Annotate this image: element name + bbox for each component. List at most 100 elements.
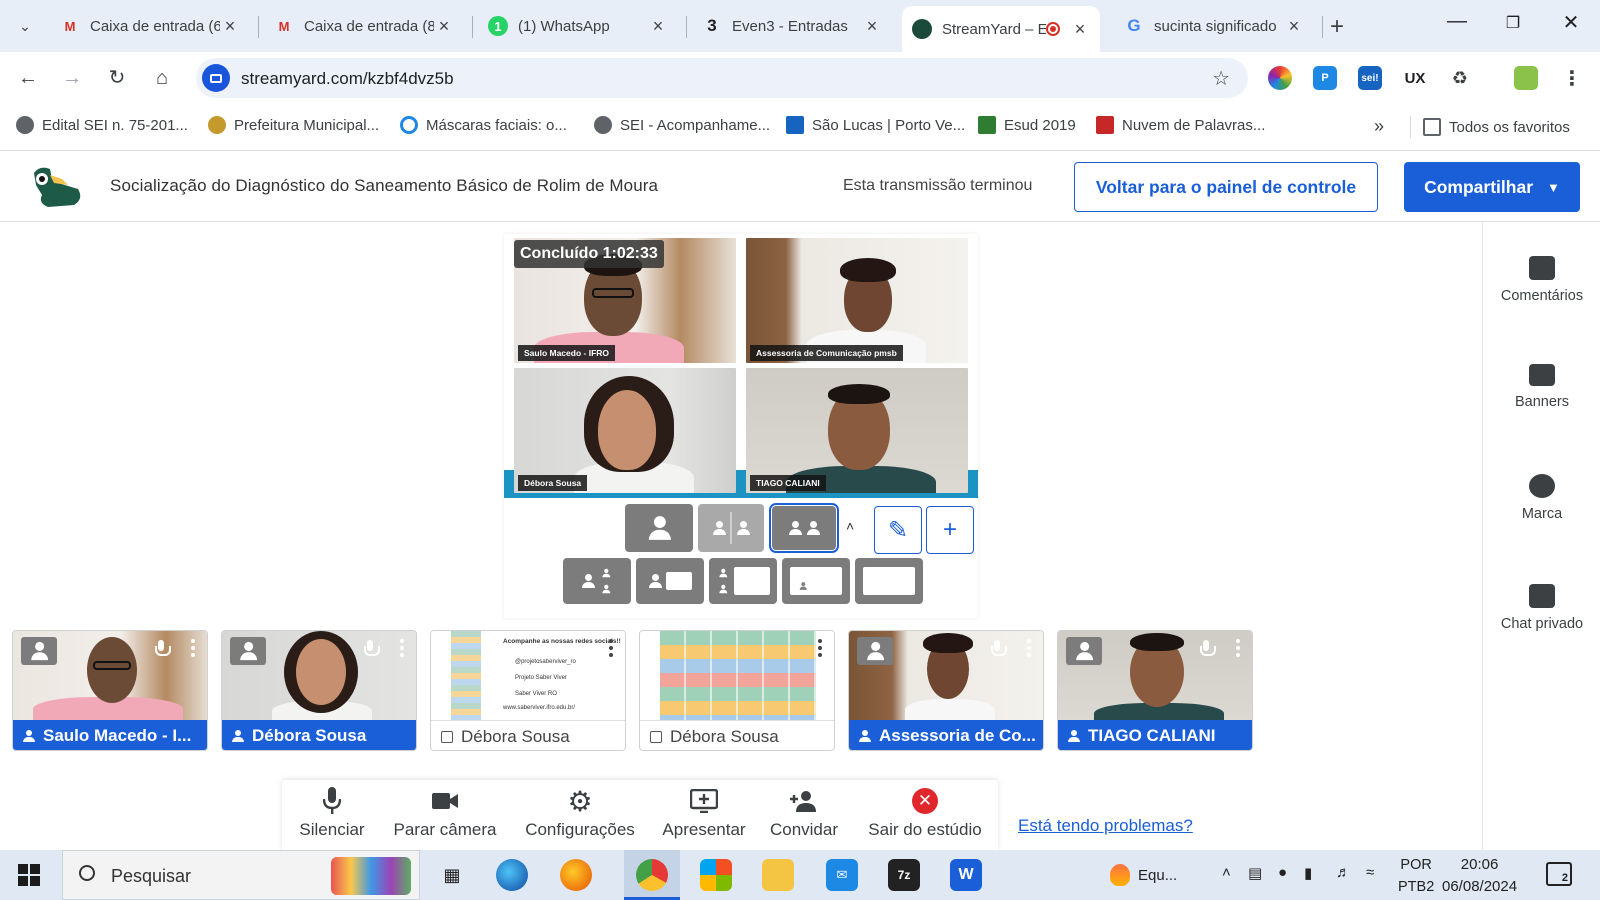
layout-group-button[interactable] bbox=[769, 503, 839, 553]
share-button[interactable]: Compartilhar ▼ bbox=[1404, 162, 1580, 212]
chrome-icon[interactable] bbox=[636, 859, 668, 891]
close-tab-icon[interactable]: × bbox=[648, 16, 668, 37]
tab-even3[interactable]: 3 Even3 - Entradas × bbox=[692, 6, 892, 46]
menu-kebab-icon[interactable]: ⋮ bbox=[1560, 66, 1584, 90]
add-to-stage-icon[interactable] bbox=[857, 637, 893, 665]
participant-card[interactable]: Assessoria de Co... bbox=[848, 630, 1044, 751]
tray-device-icon[interactable]: ▤ bbox=[1248, 864, 1262, 882]
layout-solo-button[interactable] bbox=[625, 504, 693, 552]
participant-card[interactable]: Saulo Macedo - I... bbox=[12, 630, 208, 751]
screenshare-card[interactable]: Acompanhe as nossas redes sociais!! @pro… bbox=[430, 630, 626, 751]
site-info-icon[interactable] bbox=[202, 64, 230, 92]
close-tab-icon[interactable]: × bbox=[220, 16, 240, 37]
leave-studio-button[interactable]: ✕ Sair do estúdio bbox=[864, 786, 986, 840]
layout-fullscreen-button[interactable] bbox=[855, 558, 923, 604]
taskbar-search-box[interactable]: Pesquisar bbox=[62, 850, 420, 900]
reload-icon[interactable]: ↻ bbox=[103, 64, 131, 92]
windows-start-icon[interactable] bbox=[18, 864, 40, 886]
mic-icon[interactable] bbox=[155, 640, 171, 658]
more-options-icon[interactable] bbox=[818, 639, 822, 657]
mute-button[interactable]: Silenciar bbox=[298, 786, 366, 840]
close-tab-icon[interactable]: × bbox=[1070, 19, 1090, 40]
bookmark-item[interactable]: Máscaras faciais: o... bbox=[400, 116, 567, 134]
7zip-icon[interactable]: 7z bbox=[888, 859, 920, 891]
battery-icon[interactable]: ▮ bbox=[1304, 864, 1312, 882]
address-bar[interactable]: streamyard.com/kzbf4dvz5b ☆ bbox=[196, 58, 1248, 98]
tab-google[interactable]: G sucinta significado × bbox=[1114, 6, 1314, 46]
close-window-icon[interactable]: ✕ bbox=[1556, 10, 1586, 35]
stage-tile-tiago[interactable]: TIAGO CALIANI bbox=[746, 368, 968, 493]
brand-tab[interactable]: Marca bbox=[1483, 474, 1600, 522]
close-tab-icon[interactable]: × bbox=[862, 16, 882, 37]
add-to-stage-icon[interactable] bbox=[21, 637, 57, 665]
collapse-layouts-chevron-icon[interactable]: ˄ bbox=[846, 518, 854, 534]
add-to-stage-icon[interactable] bbox=[230, 637, 266, 665]
layout-split-button[interactable] bbox=[698, 504, 764, 552]
layout-thin-button[interactable] bbox=[563, 558, 631, 604]
participant-card[interactable]: TIAGO CALIANI bbox=[1057, 630, 1253, 751]
microsoft-store-icon[interactable] bbox=[700, 859, 732, 891]
stage-tile-assessoria[interactable]: Assessoria de Comunicação pmsb bbox=[746, 238, 968, 363]
stage-tile-debora[interactable]: Débora Sousa bbox=[514, 368, 736, 493]
more-options-icon[interactable] bbox=[1236, 639, 1240, 657]
url-text[interactable]: streamyard.com/kzbf4dvz5b bbox=[241, 69, 454, 89]
clock[interactable]: 20:06 06/08/2024 bbox=[1442, 854, 1517, 898]
comments-tab[interactable]: Comentários bbox=[1483, 256, 1600, 304]
tab-streamyard[interactable]: StreamYard – E × bbox=[902, 6, 1100, 52]
tab-gmail-2[interactable]: M Caixa de entrada (8 × bbox=[264, 6, 464, 46]
present-button[interactable]: Apresentar bbox=[659, 786, 749, 840]
bookmark-item[interactable]: São Lucas | Porto Ve... bbox=[786, 116, 965, 134]
edge-icon[interactable] bbox=[496, 859, 528, 891]
bookmark-item[interactable]: Prefeitura Municipal... bbox=[208, 116, 379, 134]
tray-app[interactable]: Equ... bbox=[1110, 864, 1177, 886]
bookmark-item[interactable]: Edital SEI n. 75-201... bbox=[16, 116, 188, 134]
mic-icon[interactable] bbox=[1200, 640, 1216, 658]
invite-button[interactable]: Convidar bbox=[766, 786, 842, 840]
bookmark-item[interactable]: Nuvem de Palavras... bbox=[1096, 116, 1265, 134]
banners-tab[interactable]: Banners bbox=[1483, 364, 1600, 410]
home-icon[interactable]: ⌂ bbox=[148, 64, 176, 92]
settings-button[interactable]: ⚙ Configurações bbox=[522, 786, 638, 840]
bookmark-item[interactable]: Esud 2019 bbox=[978, 116, 1076, 134]
more-bookmarks-icon[interactable]: » bbox=[1374, 116, 1384, 137]
notifications-icon[interactable]: 2 bbox=[1546, 862, 1572, 886]
extensions-puzzle-icon[interactable]: ♻ bbox=[1448, 66, 1472, 90]
tray-chevron-icon[interactable]: ˄ bbox=[1222, 864, 1231, 881]
tab-search-chevron-icon[interactable]: ⌄ bbox=[10, 11, 40, 41]
more-options-icon[interactable] bbox=[191, 639, 195, 657]
layout-sidebar-button[interactable] bbox=[709, 558, 777, 604]
layout-screen-small-button[interactable] bbox=[782, 558, 850, 604]
tab-gmail-1[interactable]: M Caixa de entrada (6 × bbox=[50, 6, 250, 46]
back-to-dashboard-button[interactable]: Voltar para o painel de controle bbox=[1074, 162, 1378, 212]
add-to-stage-icon[interactable] bbox=[1066, 637, 1102, 665]
more-options-icon[interactable] bbox=[609, 639, 613, 657]
add-plus-button[interactable]: + bbox=[926, 506, 974, 554]
close-tab-icon[interactable]: × bbox=[434, 16, 454, 37]
back-icon[interactable]: ← bbox=[14, 64, 42, 92]
task-view-icon[interactable]: ▦ bbox=[436, 859, 468, 891]
close-tab-icon[interactable]: × bbox=[1284, 16, 1304, 37]
bookmark-star-icon[interactable]: ☆ bbox=[1212, 66, 1230, 91]
layout-leader-button[interactable] bbox=[636, 558, 704, 604]
tray-microphone-icon[interactable]: ● bbox=[1278, 864, 1287, 881]
private-chat-tab[interactable]: Chat privado bbox=[1483, 584, 1600, 632]
more-options-icon[interactable] bbox=[400, 639, 404, 657]
mic-icon[interactable] bbox=[991, 640, 1007, 658]
forward-icon[interactable]: → bbox=[58, 64, 86, 92]
new-tab-icon[interactable]: + bbox=[1330, 13, 1344, 41]
all-favorites-folder[interactable]: Todos os favoritos bbox=[1410, 116, 1570, 138]
bookmark-item[interactable]: SEI - Acompanhame... bbox=[594, 116, 770, 134]
participant-card[interactable]: Débora Sousa bbox=[221, 630, 417, 751]
word-icon[interactable]: W bbox=[950, 859, 982, 891]
stop-camera-button[interactable]: Parar câmera bbox=[390, 786, 500, 840]
minimize-icon[interactable]: — bbox=[1442, 10, 1472, 33]
profile-icon[interactable] bbox=[1514, 66, 1538, 90]
color-picker-extension-icon[interactable] bbox=[1268, 66, 1292, 90]
ux-extension-icon[interactable]: UX bbox=[1403, 66, 1427, 90]
file-explorer-icon[interactable] bbox=[762, 859, 794, 891]
language-indicator[interactable]: POR PTB2 bbox=[1398, 854, 1434, 898]
volume-icon[interactable]: ♬ bbox=[1336, 864, 1351, 881]
tab-whatsapp[interactable]: 1 (1) WhatsApp × bbox=[478, 6, 678, 46]
screenshare-card[interactable]: Débora Sousa bbox=[639, 630, 835, 751]
p-extension-icon[interactable]: P bbox=[1313, 66, 1337, 90]
